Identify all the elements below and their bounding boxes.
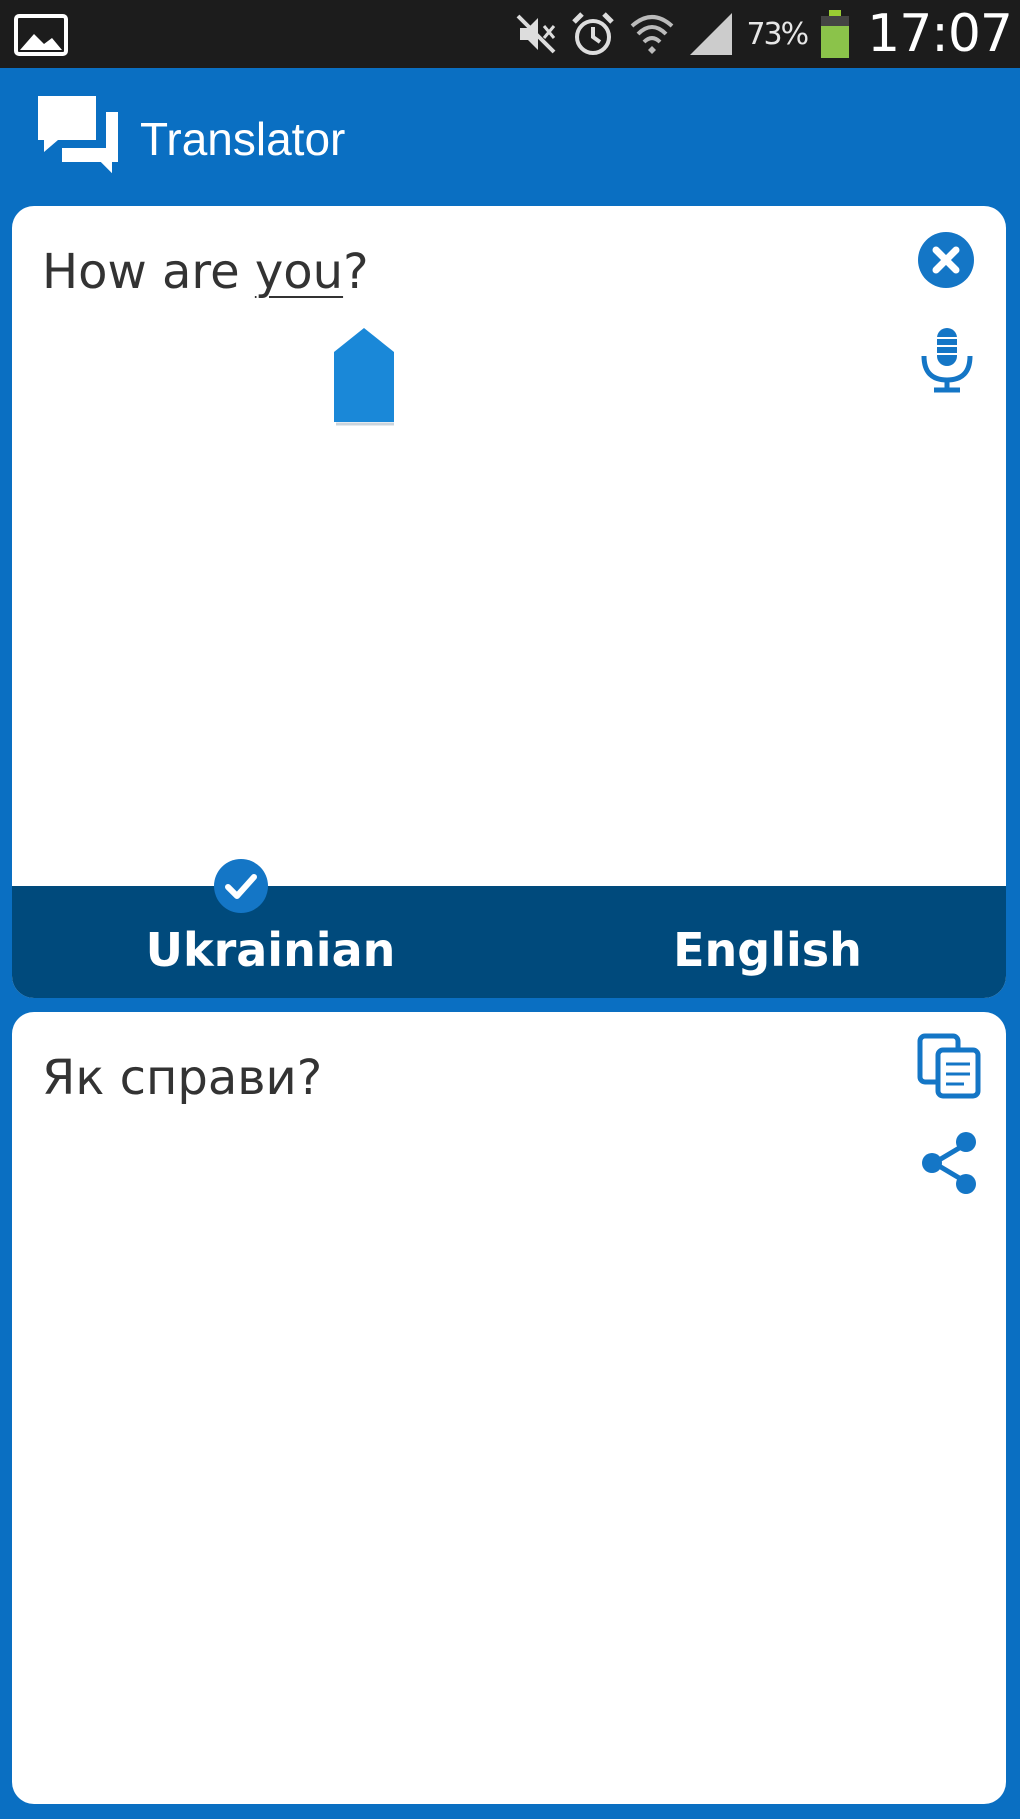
source-text-input[interactable]: How are you? xyxy=(42,244,369,300)
wifi-icon xyxy=(631,15,674,54)
source-language-label: Ukrainian xyxy=(145,923,396,977)
app-title: Translator xyxy=(140,113,346,165)
gallery-icon xyxy=(14,14,68,56)
input-card[interactable]: How are you? Ukrainian English xyxy=(12,206,1006,998)
translation-output-text: Як справи? xyxy=(42,1050,323,1106)
signal-icon xyxy=(690,13,733,55)
status-icons: 73% 17:07 xyxy=(514,0,1013,68)
source-text-part: How are xyxy=(42,244,255,300)
target-language-label: English xyxy=(673,923,862,977)
close-circle-icon[interactable] xyxy=(916,230,976,290)
microphone-icon[interactable] xyxy=(914,324,980,394)
output-card: Як справи? xyxy=(12,1012,1006,1804)
clock: 17:07 xyxy=(867,4,1013,64)
mute-icon xyxy=(517,14,556,54)
chat-bubbles-icon xyxy=(38,96,122,182)
source-text-underlined-word: you xyxy=(254,244,344,300)
app-bar: Translator xyxy=(0,68,1020,206)
copy-icon[interactable] xyxy=(914,1030,984,1100)
text-cursor-handle[interactable] xyxy=(322,322,406,434)
target-language-button[interactable]: English xyxy=(509,886,1006,998)
status-bar: 73% 17:07 xyxy=(0,0,1020,68)
alarm-icon xyxy=(572,12,615,55)
share-icon[interactable] xyxy=(918,1130,982,1196)
source-text-part: ? xyxy=(343,244,369,300)
language-selector-bar: Ukrainian English xyxy=(12,886,1006,998)
checkmark-icon xyxy=(214,859,268,913)
battery-icon xyxy=(821,10,850,58)
battery-percent: 73% xyxy=(746,16,809,52)
